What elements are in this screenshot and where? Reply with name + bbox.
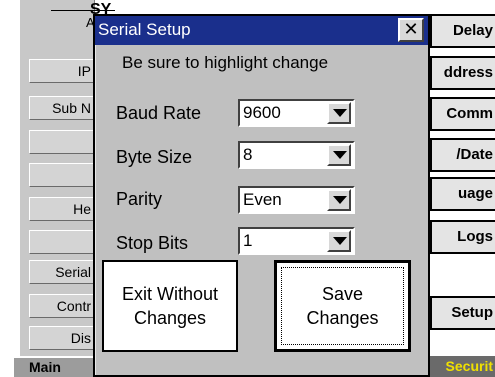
left-item-help[interactable]: He [29,197,95,221]
right-button-address[interactable]: ddress [430,56,495,90]
chevron-down-icon [333,196,347,204]
left-item-serial[interactable]: Serial [29,260,95,284]
byte-size-value: 8 [243,145,253,164]
byte-size-select[interactable]: 8 [238,141,355,169]
baud-rate-select[interactable]: 9600 [238,99,355,127]
save-button-label: Save Changes [306,284,379,328]
tab-main[interactable]: Main [14,356,94,377]
left-item-subnet[interactable]: Sub N [29,96,95,120]
close-icon: ✕ [403,19,419,39]
dialog-title-bar[interactable]: Serial Setup ✕ [95,16,428,45]
tab-security[interactable]: Securit [430,356,495,377]
dialog-title: Serial Setup [98,20,191,39]
left-item-blank-3[interactable] [29,230,95,254]
stop-bits-select[interactable]: 1 [238,227,355,255]
stop-bits-value: 1 [243,231,253,250]
left-item-ip[interactable]: IP [29,59,95,83]
exit-button-label: Exit Without Changes [121,284,219,328]
highlight-hint: Be sure to highlight change [122,53,329,72]
right-button-logs[interactable]: Logs [430,220,495,254]
parity-select[interactable]: Even [238,186,355,214]
stop-bits-dropdown-button[interactable] [327,230,351,252]
parity-label: Parity [116,189,163,209]
chevron-down-icon [333,151,347,159]
right-button-date[interactable]: /Date [430,138,495,172]
left-item-blank-1[interactable] [29,130,95,154]
settings-list-panel: SY Ala IP Sub N He Serial Contr Dis [20,0,115,356]
baud-rate-value: 9600 [243,103,281,122]
byte-size-label: Byte Size [116,147,193,167]
right-button-language[interactable]: uage [430,177,495,211]
chevron-down-icon [333,237,347,245]
exit-without-changes-button[interactable]: Exit Without Changes [102,260,238,352]
chevron-down-icon [333,109,347,117]
close-button[interactable]: ✕ [398,18,424,42]
right-button-delay[interactable]: Delay [430,14,495,48]
save-changes-button[interactable]: Save Changes [274,260,411,352]
left-item-control[interactable]: Contr [29,294,95,318]
parity-dropdown-button[interactable] [327,189,351,211]
left-item-blank-2[interactable] [29,163,95,187]
parity-value: Even [243,190,282,209]
serial-setup-dialog: Serial Setup ✕ Be sure to highlight chan… [93,14,430,377]
byte-size-dropdown-button[interactable] [327,144,351,166]
baud-rate-label: Baud Rate [116,103,202,123]
baud-rate-dropdown-button[interactable] [327,102,351,124]
right-button-setup[interactable]: Setup [430,296,495,330]
stop-bits-label: Stop Bits [116,233,189,253]
left-item-display[interactable]: Dis [29,326,95,350]
right-button-comm[interactable]: Comm [430,97,495,131]
